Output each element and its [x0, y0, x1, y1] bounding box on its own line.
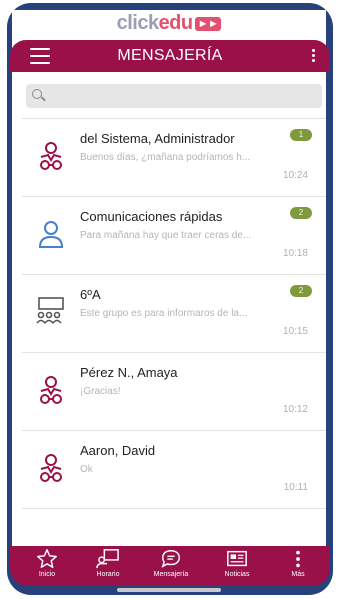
logo-arrows-icon: ►►	[194, 16, 222, 31]
message-time: 10:24	[282, 170, 308, 181]
list-item[interactable]: Aaron, David Ok 10:11	[22, 430, 326, 509]
message-preview: Para mañana hay que traer ceras de...	[80, 230, 252, 241]
user-group-icon	[40, 142, 62, 170]
list-item[interactable]: 6ºA Este grupo es para informaros de la.…	[22, 274, 326, 352]
message-sender: Aaron, David	[80, 443, 156, 458]
more-icon	[296, 550, 300, 568]
unread-badge: 2	[290, 285, 312, 297]
schedule-icon	[96, 549, 119, 569]
message-time: 10:12	[282, 404, 308, 415]
message-preview: Ok	[80, 464, 93, 475]
tab-label: Horario	[96, 571, 120, 578]
message-time: 10:15	[282, 326, 308, 337]
message-sender: Pérez N., Amaya	[80, 365, 178, 380]
tab-label: Mensajería	[153, 571, 189, 578]
news-icon	[227, 550, 247, 567]
tab-inicio[interactable]: Inicio	[22, 548, 72, 584]
message-preview: Este grupo es para informaros de la...	[80, 308, 248, 319]
home-indicator	[117, 588, 221, 592]
unread-badge: 2	[290, 207, 312, 219]
unread-badge: 1	[290, 129, 312, 141]
tab-mas[interactable]: Más	[273, 548, 323, 584]
message-time: 10:18	[282, 248, 308, 259]
message-sender: Comunicaciones rápidas	[80, 209, 223, 224]
message-time: 10:11	[283, 482, 308, 493]
list-item[interactable]: Pérez N., Amaya ¡Gracias! 10:12	[22, 352, 326, 430]
message-preview: Buenos días, ¿mañana podríamos h...	[80, 152, 251, 163]
classroom-icon	[36, 297, 64, 324]
message-preview: ¡Gracias!	[80, 386, 121, 397]
page-title: MENSAJERÍA	[117, 47, 223, 64]
list-item[interactable]: del Sistema, Administrador Buenos días, …	[22, 118, 326, 196]
app-header: MENSAJERÍA	[10, 40, 330, 72]
star-icon	[37, 549, 57, 568]
brand-bar: clickedu ►►	[12, 10, 326, 38]
list-item[interactable]: Comunicaciones rápidas Para mañana hay q…	[22, 196, 326, 274]
search-icon	[32, 89, 42, 99]
tab-noticias[interactable]: Noticias	[212, 548, 262, 584]
user-group-icon	[40, 376, 62, 404]
user-group-icon	[40, 454, 62, 482]
tab-label: Más	[291, 571, 305, 578]
bottom-tab-bar: Inicio Horario Mensajería Noticias Más	[10, 546, 330, 586]
search-input[interactable]	[26, 84, 322, 108]
message-sender: del Sistema, Administrador	[80, 131, 235, 146]
chat-icon	[161, 550, 180, 568]
more-vertical-icon[interactable]	[312, 49, 316, 64]
user-icon	[38, 221, 64, 248]
tab-label: Inicio	[38, 571, 56, 578]
message-sender: 6ºA	[80, 287, 101, 302]
clickedu-logo: clickedu ►►	[117, 12, 222, 35]
tab-label: Noticias	[224, 571, 250, 578]
message-list: del Sistema, Administrador Buenos días, …	[12, 118, 326, 509]
tab-horario[interactable]: Horario	[83, 548, 133, 584]
search-area	[12, 72, 326, 118]
tab-mensajeria[interactable]: Mensajería	[146, 548, 196, 584]
